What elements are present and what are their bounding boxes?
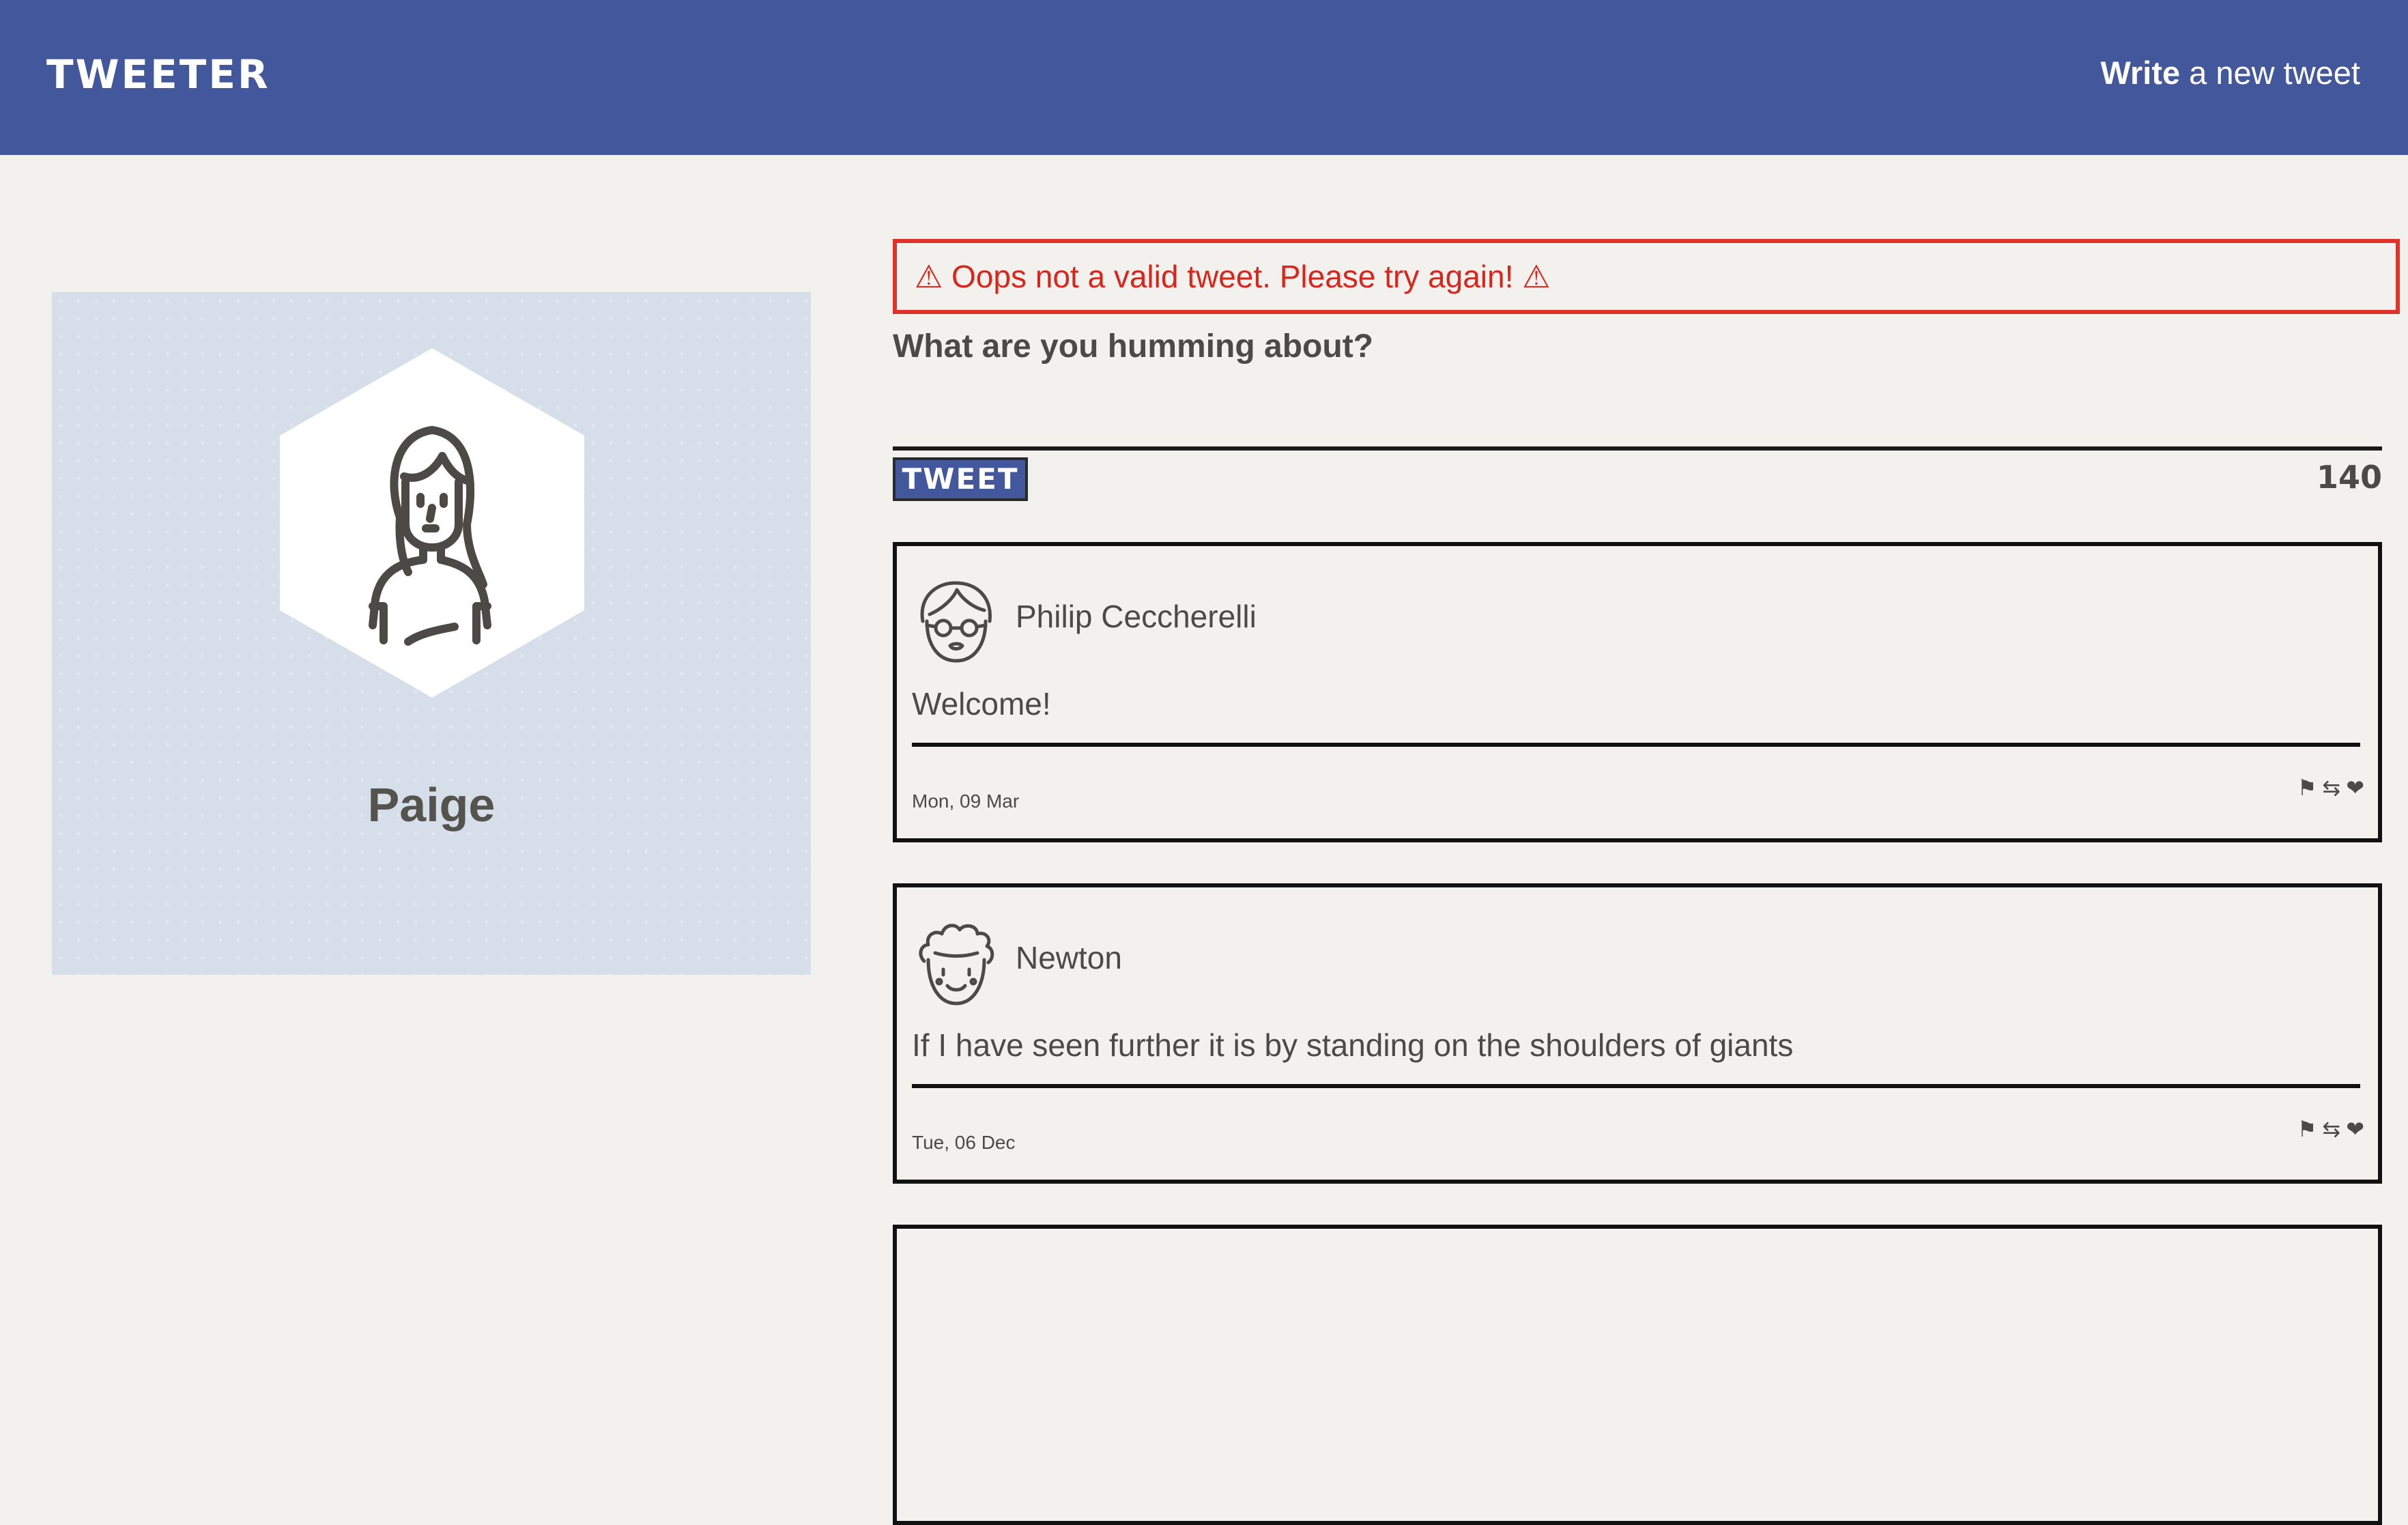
curly-hair-avatar-icon bbox=[919, 924, 994, 1006]
tweet-body: If I have seen further it is by standing… bbox=[912, 1027, 1794, 1063]
brand-logo[interactable]: TWEETER bbox=[46, 55, 270, 94]
write-new-tweet-link[interactable]: Write a new tweet bbox=[2100, 57, 2360, 89]
retweet-icon[interactable]: ⇆ bbox=[2322, 777, 2340, 799]
woman-avatar-icon bbox=[369, 426, 491, 646]
man-glasses-avatar-icon bbox=[920, 581, 992, 663]
profile-card: Paige bbox=[52, 292, 811, 975]
tweet-body: Welcome! bbox=[912, 686, 1051, 722]
flag-icon[interactable]: ⚑ bbox=[2297, 777, 2317, 799]
tweet-card bbox=[893, 1225, 2382, 1525]
tweet-actions: ⚑ ⇆ ❤ bbox=[2297, 777, 2364, 799]
tweet-divider bbox=[912, 743, 2360, 747]
tweet-author-name[interactable]: Philip Ceccherelli bbox=[1016, 601, 1257, 632]
retweet-icon[interactable]: ⇆ bbox=[2322, 1118, 2340, 1140]
error-message: ⚠ Oops not a valid tweet. Please try aga… bbox=[893, 239, 2400, 314]
tweet-actions: ⚑ ⇆ ❤ bbox=[2297, 1118, 2364, 1140]
compose-link-strong: Write bbox=[2100, 55, 2181, 91]
character-counter: 140 bbox=[2316, 459, 2382, 496]
flag-icon[interactable]: ⚑ bbox=[2297, 1118, 2317, 1140]
tweet-date: Tue, 06 Dec bbox=[912, 1132, 1016, 1153]
tweet-author-name[interactable]: Newton bbox=[1016, 942, 1122, 973]
heart-icon[interactable]: ❤ bbox=[2346, 777, 2364, 799]
tweet-textarea[interactable] bbox=[893, 374, 2382, 451]
profile-name: Paige bbox=[367, 778, 496, 831]
composer-prompt: What are you humming about? bbox=[893, 328, 1373, 365]
tweet-divider bbox=[912, 1084, 2360, 1088]
compose-link-rest: a new tweet bbox=[2180, 55, 2360, 91]
tweet-card: Philip Ceccherelli Welcome! Mon, 09 Mar … bbox=[893, 542, 2382, 842]
tweet-card: Newton If I have seen further it is by s… bbox=[893, 883, 2382, 1184]
tweet-date: Mon, 09 Mar bbox=[912, 790, 1020, 812]
top-nav: TWEETER Write a new tweet bbox=[0, 0, 2408, 155]
heart-icon[interactable]: ❤ bbox=[2346, 1118, 2364, 1140]
tweet-button[interactable]: TWEET bbox=[893, 457, 1028, 501]
